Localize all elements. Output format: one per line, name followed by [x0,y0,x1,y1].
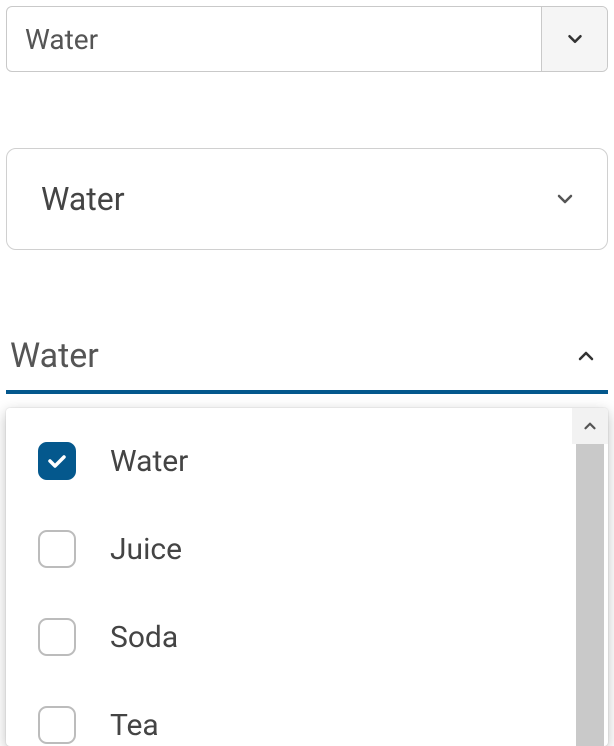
scroll-track[interactable] [576,444,604,746]
checkbox[interactable] [38,618,76,656]
chevron-up-icon [581,417,599,435]
menu-item[interactable]: Juice [6,516,608,604]
menu-item-label: Tea [110,708,159,743]
select-value: Water [10,336,574,376]
chevron-down-icon [564,28,586,50]
menu-item-label: Juice [110,532,182,567]
checkbox[interactable] [38,442,76,480]
checkbox[interactable] [38,706,76,744]
dropdown-toggle-button[interactable] [541,7,607,71]
select-header[interactable]: Water [6,328,608,394]
select-underline-expanded: Water Water Juice Soda Tea [6,328,608,746]
select-outlined-separate-chevron[interactable]: Water [6,6,608,72]
chevron-up-icon [574,344,598,368]
select-value: Water [41,180,553,218]
scroll-up-button[interactable] [572,408,608,444]
menu-item[interactable]: Soda [6,604,608,692]
menu-item[interactable]: Tea [6,692,608,746]
checkbox[interactable] [38,530,76,568]
menu-item-label: Soda [110,620,178,655]
scrollbar[interactable] [572,408,608,746]
menu-item-label: Water [110,444,188,479]
select-outlined[interactable]: Water [6,148,608,250]
dropdown-menu: Water Juice Soda Tea [6,408,608,746]
select-value: Water [7,7,541,71]
chevron-down-icon [553,187,577,211]
menu-item[interactable]: Water [6,428,608,516]
